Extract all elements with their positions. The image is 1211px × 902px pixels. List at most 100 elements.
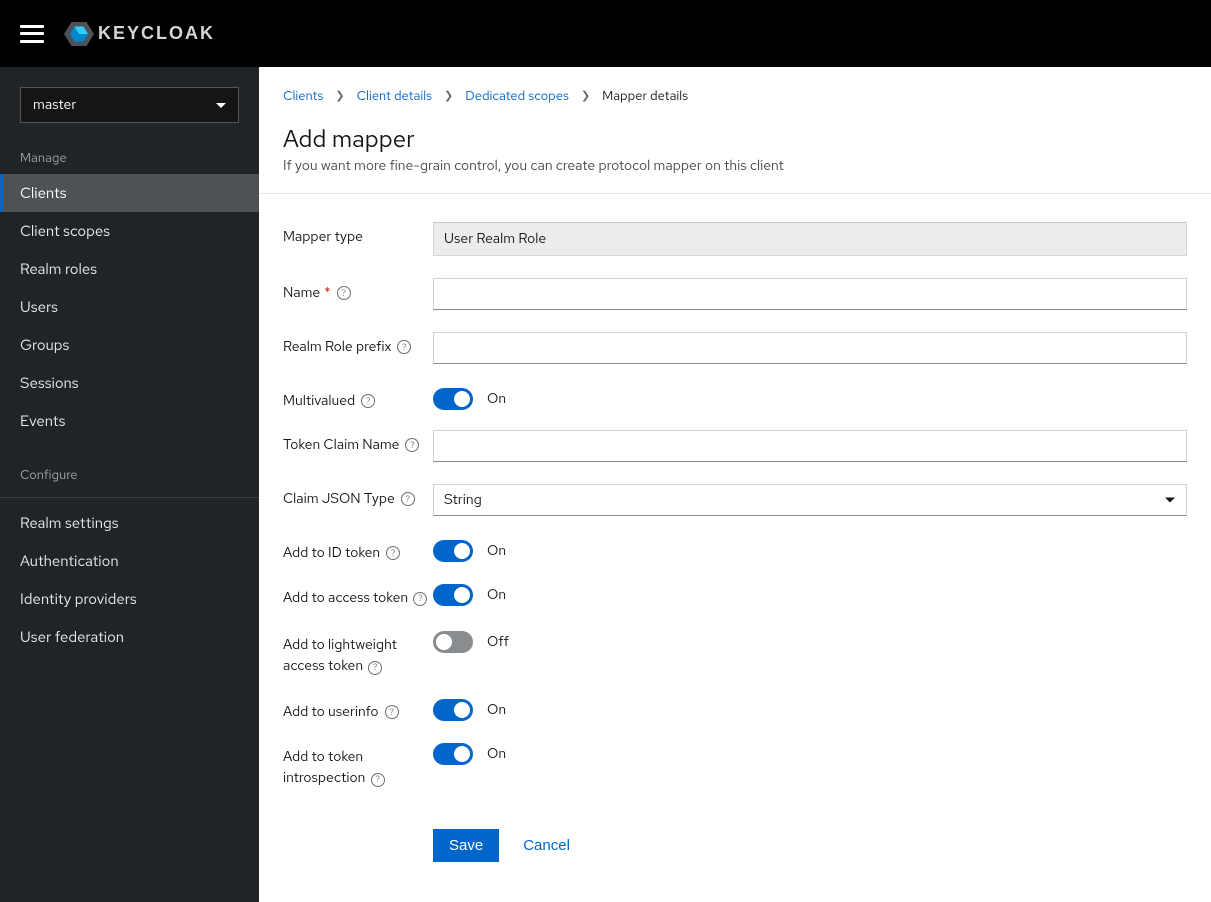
field-token-claim-name: Token Claim Name ?	[283, 430, 1187, 462]
add-introspection-label: Add to token introspection ?	[283, 741, 433, 789]
add-userinfo-switch[interactable]	[433, 699, 473, 721]
add-introspection-switch[interactable]	[433, 743, 473, 765]
divider	[0, 497, 259, 498]
multivalued-switch-text: On	[487, 390, 506, 408]
chevron-right-icon: ❯	[444, 89, 453, 103]
nav-section-configure: Configure	[0, 458, 259, 491]
add-userinfo-label: Add to userinfo ?	[283, 697, 433, 721]
sidebar: master Manage Clients Client scopes Real…	[0, 67, 259, 902]
help-icon[interactable]: ?	[405, 438, 419, 452]
breadcrumb-link-clients[interactable]: Clients	[283, 87, 323, 104]
breadcrumb: Clients ❯ Client details ❯ Dedicated sco…	[283, 87, 1187, 104]
help-icon[interactable]: ?	[386, 546, 400, 560]
name-label-text: Name	[283, 284, 320, 302]
help-icon[interactable]: ?	[337, 286, 351, 300]
main-content: Clients ❯ Client details ❯ Dedicated sco…	[259, 67, 1211, 902]
sidebar-item-groups[interactable]: Groups	[0, 326, 259, 364]
realm-role-prefix-input[interactable]	[433, 332, 1187, 364]
name-input[interactable]	[433, 278, 1187, 310]
cancel-button[interactable]: Cancel	[523, 837, 570, 854]
add-access-token-label: Add to access token ?	[283, 582, 433, 609]
token-claim-name-label-text: Token Claim Name	[283, 436, 399, 454]
add-access-token-switch-text: On	[487, 586, 506, 604]
add-lightweight-label: Add to lightweight access token ?	[283, 629, 433, 677]
realm-role-prefix-label: Realm Role prefix ?	[283, 332, 433, 356]
breadcrumb-current: Mapper details	[602, 87, 688, 104]
add-userinfo-switch-text: On	[487, 701, 506, 719]
token-claim-name-label: Token Claim Name ?	[283, 430, 433, 454]
chevron-right-icon: ❯	[581, 89, 590, 103]
realm-selector-value: master	[33, 96, 76, 114]
sidebar-item-sessions[interactable]: Sessions	[0, 364, 259, 402]
claim-json-type-label: Claim JSON Type ?	[283, 484, 433, 508]
add-introspection-label-text2: introspection	[283, 769, 365, 787]
multivalued-label-text: Multivalued	[283, 392, 355, 410]
sidebar-item-identity-providers[interactable]: Identity providers	[0, 580, 259, 618]
required-asterisk: *	[324, 284, 330, 302]
help-icon[interactable]: ?	[368, 661, 382, 675]
field-mapper-type: Mapper type User Realm Role	[283, 222, 1187, 256]
add-lightweight-label-text1: Add to lightweight	[283, 636, 397, 654]
sidebar-item-client-scopes[interactable]: Client scopes	[0, 212, 259, 250]
name-label: Name * ?	[283, 278, 433, 302]
breadcrumb-link-dedicated-scopes[interactable]: Dedicated scopes	[465, 87, 569, 104]
help-icon[interactable]: ?	[371, 773, 385, 787]
page-title: Add mapper	[283, 124, 1187, 155]
add-lightweight-switch-text: Off	[487, 633, 509, 651]
token-claim-name-input[interactable]	[433, 430, 1187, 462]
field-add-id-token: Add to ID token ? On	[283, 538, 1187, 562]
sidebar-item-clients[interactable]: Clients	[0, 174, 259, 212]
add-userinfo-label-text: Add to userinfo	[283, 703, 379, 721]
field-realm-role-prefix: Realm Role prefix ?	[283, 332, 1187, 364]
field-add-lightweight-access-token: Add to lightweight access token ? Off	[283, 629, 1187, 677]
add-id-token-switch[interactable]	[433, 540, 473, 562]
realm-selector[interactable]: master	[20, 87, 239, 123]
divider	[259, 193, 1211, 194]
logo[interactable]: KEYCLOAK	[64, 19, 215, 49]
add-id-token-label: Add to ID token ?	[283, 538, 433, 562]
field-name: Name * ?	[283, 278, 1187, 310]
help-icon[interactable]: ?	[413, 592, 427, 606]
field-add-userinfo: Add to userinfo ? On	[283, 697, 1187, 721]
mapper-type-label: Mapper type	[283, 222, 433, 246]
mapper-type-value: User Realm Role	[433, 222, 1187, 256]
help-icon[interactable]: ?	[361, 394, 375, 408]
chevron-right-icon: ❯	[335, 89, 344, 103]
multivalued-switch[interactable]	[433, 388, 473, 410]
field-add-access-token: Add to access token ? On	[283, 582, 1187, 609]
add-access-token-label-text: Add to access token	[283, 589, 408, 607]
claim-json-type-select[interactable]: String	[433, 484, 1187, 516]
add-introspection-label-text1: Add to token	[283, 748, 363, 766]
logo-text: KEYCLOAK	[98, 23, 215, 44]
multivalued-label: Multivalued ?	[283, 386, 433, 410]
add-access-token-switch[interactable]	[433, 584, 473, 606]
claim-json-type-label-text: Claim JSON Type	[283, 490, 395, 508]
sidebar-item-realm-roles[interactable]: Realm roles	[0, 250, 259, 288]
page-subtitle: If you want more fine-grain control, you…	[283, 157, 1187, 175]
field-claim-json-type: Claim JSON Type ? String	[283, 484, 1187, 516]
caret-down-icon	[216, 103, 226, 108]
sidebar-item-authentication[interactable]: Authentication	[0, 542, 259, 580]
top-header: KEYCLOAK	[0, 0, 1211, 67]
sidebar-item-users[interactable]: Users	[0, 288, 259, 326]
breadcrumb-link-client-details[interactable]: Client details	[357, 87, 432, 104]
help-icon[interactable]: ?	[397, 340, 411, 354]
save-button[interactable]: Save	[433, 829, 499, 862]
field-multivalued: Multivalued ? On	[283, 386, 1187, 410]
form-actions: Save Cancel	[433, 829, 1187, 862]
keycloak-logo-icon	[64, 19, 94, 49]
add-introspection-switch-text: On	[487, 745, 506, 763]
sidebar-item-realm-settings[interactable]: Realm settings	[0, 504, 259, 542]
realm-role-prefix-label-text: Realm Role prefix	[283, 338, 391, 356]
sidebar-item-events[interactable]: Events	[0, 402, 259, 440]
nav-section-manage: Manage	[0, 141, 259, 174]
add-lightweight-switch[interactable]	[433, 631, 473, 653]
help-icon[interactable]: ?	[401, 492, 415, 506]
add-id-token-switch-text: On	[487, 542, 506, 560]
add-lightweight-label-text2: access token	[283, 657, 363, 675]
field-add-introspection: Add to token introspection ? On	[283, 741, 1187, 789]
add-id-token-label-text: Add to ID token	[283, 544, 380, 562]
help-icon[interactable]: ?	[385, 705, 399, 719]
hamburger-menu-button[interactable]	[20, 25, 44, 43]
sidebar-item-user-federation[interactable]: User federation	[0, 618, 259, 656]
